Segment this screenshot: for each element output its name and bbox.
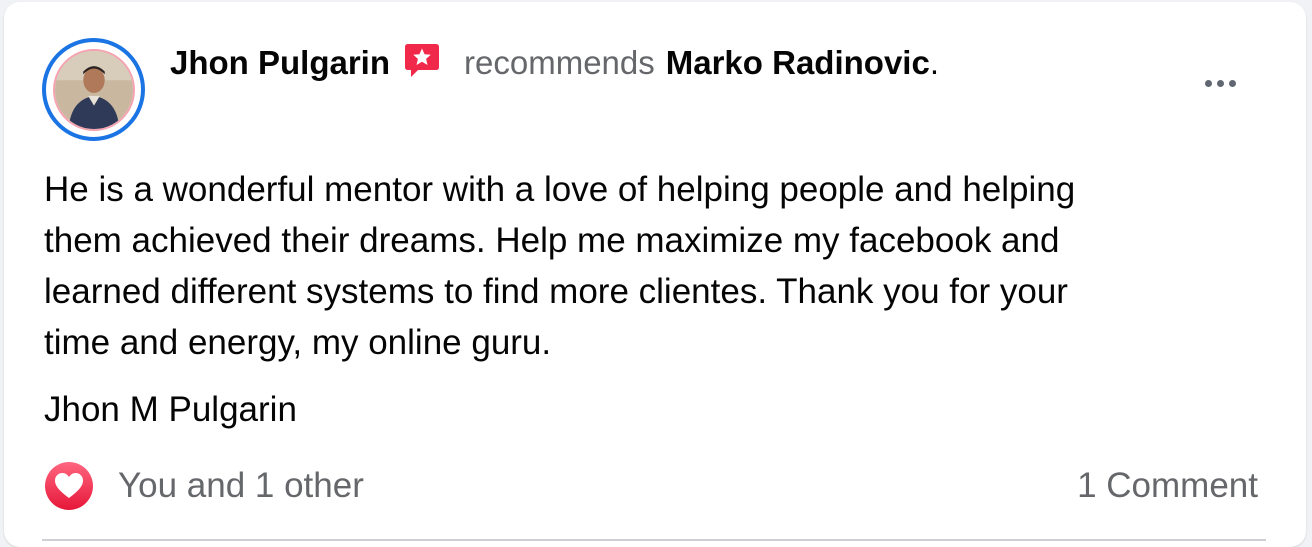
- avatar-photo: [52, 48, 135, 131]
- header-period: .: [929, 44, 939, 81]
- avatar-person-image: [54, 50, 133, 129]
- recommends-label: recommends: [464, 44, 655, 81]
- recommendation-post-card: Jhon Pulgarin recommends Marko Radinovic…: [4, 2, 1306, 547]
- post-body-line: learned different systems to find more c…: [44, 272, 1068, 311]
- author-name[interactable]: Jhon Pulgarin: [170, 44, 390, 82]
- reactions-count-text: You and 1 other: [118, 466, 364, 505]
- post-body: He is a wonderful mentor with a love of …: [44, 164, 1264, 368]
- more-options-icon: [1204, 79, 1212, 87]
- love-reaction-icon: [44, 461, 94, 511]
- post-signature: Jhon M Pulgarin: [44, 390, 297, 429]
- more-options-button[interactable]: [1192, 66, 1248, 100]
- post-header: Jhon Pulgarin recommends Marko Radinovic…: [170, 41, 939, 85]
- more-options-dot: [1216, 79, 1224, 87]
- post-body-line: time and energy, my online guru.: [44, 323, 552, 362]
- post-body-line: He is a wonderful mentor with a love of …: [44, 170, 1076, 209]
- recipient-name[interactable]: Marko Radinovic: [666, 44, 930, 82]
- comments-count-link[interactable]: 1 Comment: [1077, 460, 1258, 512]
- recommendation-star-icon: [402, 40, 442, 80]
- reactions-summary[interactable]: You and 1 other: [44, 460, 364, 512]
- avatar[interactable]: [42, 38, 145, 141]
- post-body-line: them achieved their dreams. Help me maxi…: [44, 221, 1060, 260]
- more-options-dot: [1228, 79, 1236, 87]
